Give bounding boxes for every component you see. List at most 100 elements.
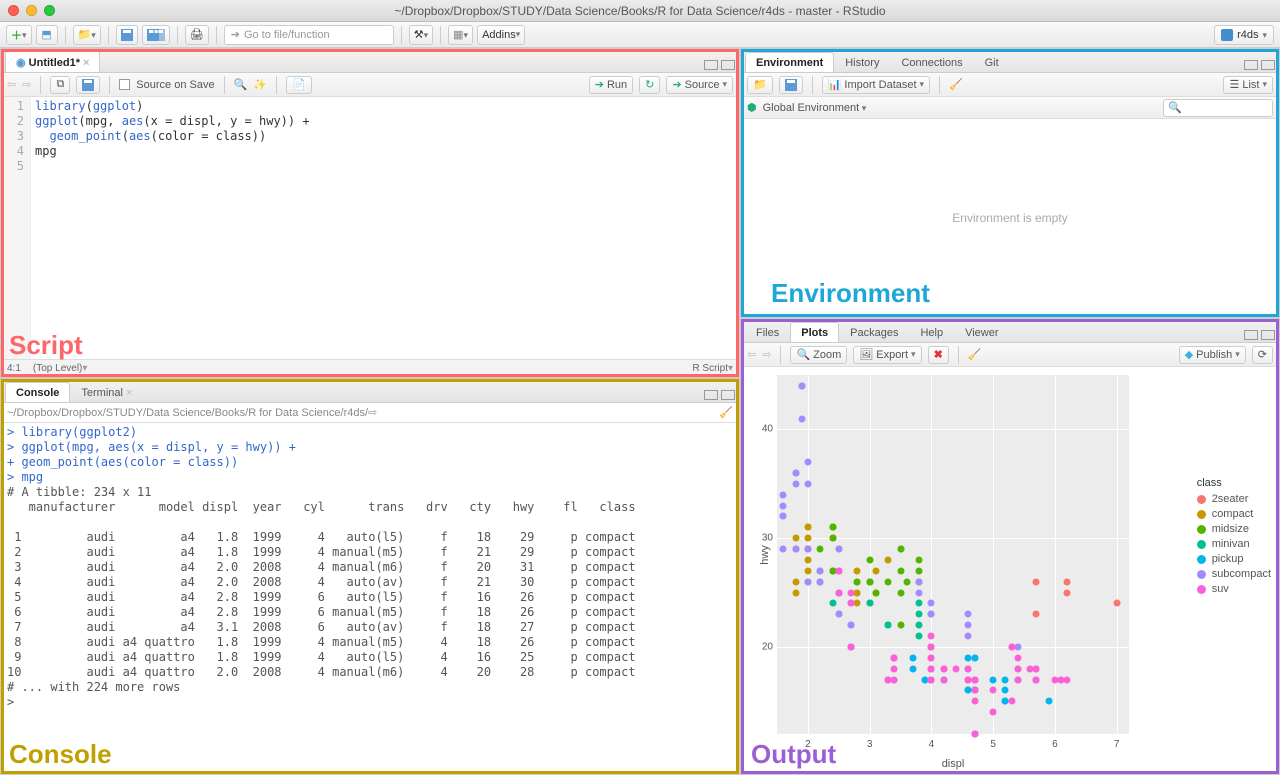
nav-back-icon[interactable] — [7, 78, 16, 91]
data-point — [792, 578, 799, 585]
save-all-button[interactable] — [142, 25, 170, 45]
console-pane: Console Terminal × ~/Dropbox/Dropbox/STU… — [0, 378, 740, 775]
new-project-button[interactable]: ⬒ — [36, 25, 58, 45]
data-point — [971, 731, 978, 738]
save-button[interactable] — [116, 25, 138, 45]
minimize-env-icon[interactable] — [1244, 60, 1258, 70]
code-editor[interactable]: 12345 library(ggplot) ggplot(mpg, aes(x … — [1, 97, 739, 359]
tab-environment[interactable]: Environment — [745, 52, 834, 72]
console-output[interactable]: > library(ggplot2)> ggplot(mpg, aes(x = … — [1, 423, 739, 774]
project-menu[interactable]: r4ds — [1214, 25, 1274, 45]
maximize-output-icon[interactable] — [1261, 330, 1275, 340]
data-point — [1014, 643, 1021, 650]
save-workspace-button[interactable] — [779, 76, 803, 94]
tab-connections[interactable]: Connections — [890, 52, 973, 72]
data-point — [854, 589, 861, 596]
data-point — [903, 578, 910, 585]
plot-prev-icon[interactable] — [747, 348, 756, 361]
tab-terminal[interactable]: Terminal × — [70, 382, 143, 402]
data-point — [940, 665, 947, 672]
env-scope-selector[interactable]: Global Environment — [763, 102, 867, 114]
minimize-pane-icon[interactable] — [704, 60, 718, 70]
compile-report-button[interactable]: 📄 — [286, 76, 312, 94]
data-point — [971, 687, 978, 694]
export-button[interactable]: 🖼 Export — [853, 346, 921, 364]
data-point — [829, 524, 836, 531]
tools-button[interactable]: ⚒ — [409, 25, 433, 45]
load-workspace-button[interactable] — [747, 76, 773, 94]
tab-viewer[interactable]: Viewer — [954, 322, 1009, 342]
nav-forward-icon[interactable] — [22, 78, 31, 91]
minimize-console-icon[interactable] — [704, 390, 718, 400]
data-point — [928, 643, 935, 650]
data-point — [1002, 676, 1009, 683]
data-point — [854, 600, 861, 607]
publish-button[interactable]: ◆ Publish — [1179, 346, 1246, 364]
data-point — [990, 687, 997, 694]
env-scope-bar: ⬢ Global Environment — [741, 97, 1279, 119]
rerun-button[interactable]: ↻ — [639, 76, 660, 94]
data-point — [866, 600, 873, 607]
script-tabs: ◉ Untitled1* × — [1, 49, 739, 73]
data-point — [891, 665, 898, 672]
tab-plots[interactable]: Plots — [790, 322, 839, 342]
clear-plots-icon[interactable] — [968, 348, 982, 361]
data-point — [928, 611, 935, 618]
data-point — [848, 622, 855, 629]
tab-console[interactable]: Console — [5, 382, 70, 402]
script-tab-untitled[interactable]: ◉ Untitled1* × — [5, 51, 100, 72]
pane-layout-button[interactable] — [448, 25, 473, 45]
source-on-save-checkbox[interactable] — [119, 79, 130, 90]
view-mode-button[interactable]: ☰ List — [1223, 76, 1273, 94]
data-point — [780, 502, 787, 509]
source-button[interactable]: ➔ Source — [666, 76, 733, 94]
window-title: ~/Dropbox/Dropbox/STUDY/Data Science/Boo… — [0, 4, 1280, 18]
data-point — [1008, 643, 1015, 650]
zoom-button[interactable]: Zoom — [790, 346, 847, 364]
show-in-new-window-button[interactable]: ⧉ — [50, 76, 70, 94]
data-point — [780, 513, 787, 520]
maximize-console-icon[interactable] — [721, 390, 735, 400]
data-point — [1058, 676, 1065, 683]
plot-next-icon[interactable] — [762, 348, 771, 361]
output-pane: Files Plots Packages Help Viewer Zoom 🖼 … — [740, 318, 1280, 775]
language-label[interactable]: R Script — [692, 363, 728, 374]
tab-files[interactable]: Files — [745, 322, 790, 342]
data-point — [1014, 676, 1021, 683]
addins-button[interactable]: Addins — [477, 25, 525, 45]
legend-item: subcompact — [1197, 568, 1271, 580]
tab-history[interactable]: History — [834, 52, 890, 72]
run-button[interactable]: ➔ Run — [589, 76, 633, 94]
data-point — [1045, 698, 1052, 705]
remove-plot-button[interactable]: ✖ — [928, 346, 949, 364]
clear-env-icon[interactable] — [949, 78, 963, 91]
data-point — [798, 415, 805, 422]
find-icon[interactable] — [234, 78, 248, 91]
save-script-button[interactable] — [76, 76, 100, 94]
plot-area: 203040234567 — [777, 375, 1129, 734]
data-point — [965, 654, 972, 661]
env-search-input[interactable] — [1163, 99, 1273, 117]
script-pane: ◉ Untitled1* × ⧉ Source on Save 📄 ➔ Run … — [0, 48, 740, 378]
data-point — [916, 611, 923, 618]
print-button[interactable]: 🖨 — [185, 25, 209, 45]
minimize-output-icon[interactable] — [1244, 330, 1258, 340]
code-tools-icon[interactable] — [253, 78, 267, 91]
tab-git[interactable]: Git — [974, 52, 1010, 72]
tab-packages[interactable]: Packages — [839, 322, 909, 342]
data-point — [798, 382, 805, 389]
data-point — [916, 600, 923, 607]
open-file-button[interactable] — [73, 25, 101, 45]
scope-label[interactable]: (Top Level) — [33, 363, 82, 374]
tab-help[interactable]: Help — [909, 322, 954, 342]
import-dataset-button[interactable]: 📊 Import Dataset — [822, 76, 930, 94]
maximize-env-icon[interactable] — [1261, 60, 1275, 70]
env-toolbar: 📊 Import Dataset ☰ List — [741, 73, 1279, 97]
goto-file-input[interactable]: ➔Go to file/function — [224, 25, 394, 45]
source-on-save-label: Source on Save — [136, 79, 214, 91]
new-file-button[interactable]: ＋ — [6, 25, 32, 45]
legend-item: midsize — [1197, 523, 1271, 535]
clear-console-icon[interactable] — [719, 406, 733, 419]
refresh-plot-button[interactable]: ⟳ — [1252, 346, 1273, 364]
maximize-pane-icon[interactable] — [721, 60, 735, 70]
